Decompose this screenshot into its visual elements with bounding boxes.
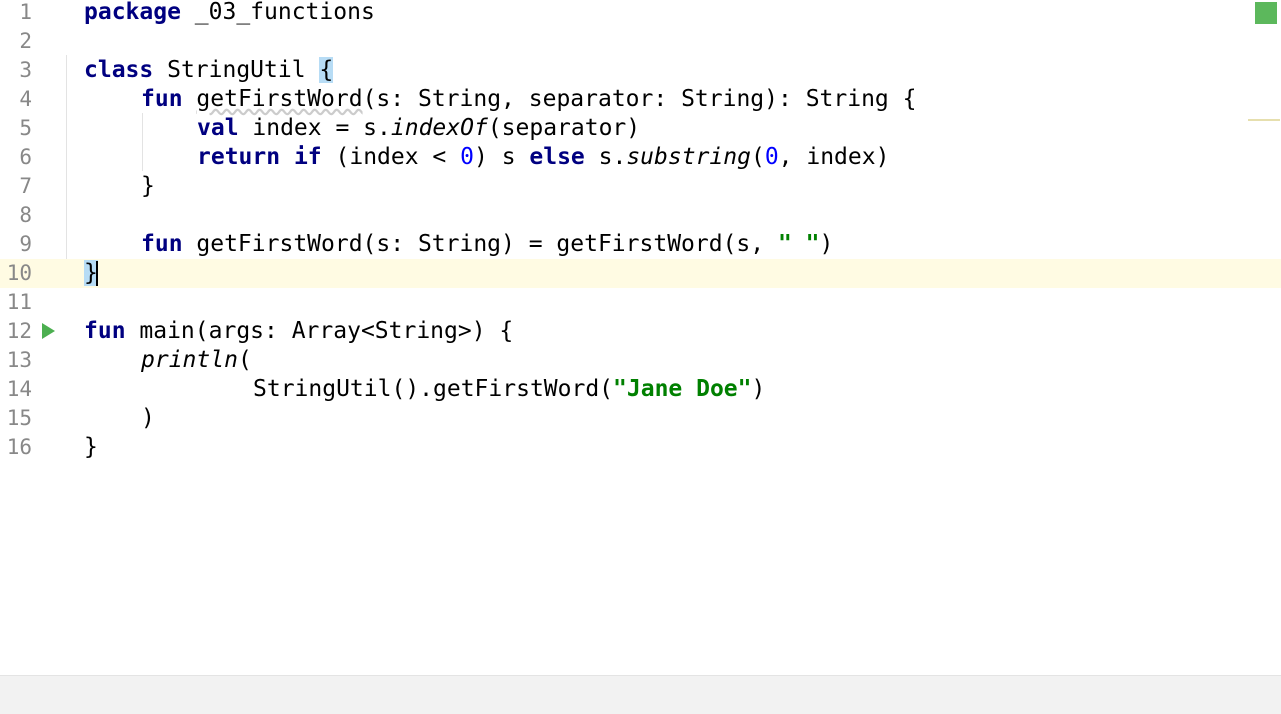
keyword: return (197, 144, 281, 170)
status-bar (0, 675, 1281, 714)
line-number: 3 (19, 58, 32, 82)
code-text[interactable]: fun getFirstWord(s: String, separator: S… (141, 85, 916, 114)
method-call: indexOf (390, 115, 488, 141)
line-number: 11 (6, 290, 32, 314)
keyword: val (197, 115, 239, 141)
code-line[interactable]: 6 return if (index < 0) s else s.substri… (0, 143, 1281, 172)
line-number: 7 (19, 174, 32, 198)
class-name: StringUtil (153, 57, 320, 83)
code-line[interactable]: 3 class StringUtil { (0, 56, 1281, 85)
keyword: else (529, 144, 585, 170)
code-text[interactable]: val index = s.indexOf(separator) (197, 114, 640, 143)
code-text[interactable]: } (84, 433, 98, 462)
text-caret (95, 261, 98, 286)
code-text[interactable]: println( (141, 346, 252, 375)
code-line[interactable]: 5 val index = s.indexOf(separator) (0, 114, 1281, 143)
code-editor[interactable]: 1 package _03_functions 2 3 class String… (0, 0, 1281, 675)
code-token: ) s (474, 144, 530, 170)
code-line[interactable]: 15 ) (0, 404, 1281, 433)
code-text[interactable]: return if (index < 0) s else s.substring… (197, 143, 889, 172)
code-text[interactable]: class StringUtil { (84, 56, 334, 85)
code-line[interactable]: 8 (0, 201, 1281, 230)
keyword: class (84, 57, 154, 83)
code-token: , index) (778, 144, 890, 170)
code-token: ( (750, 144, 765, 170)
line-number: 16 (6, 435, 32, 459)
code-text[interactable]: package _03_functions (84, 0, 375, 27)
closing-brace: } (84, 434, 98, 460)
line-number: 1 (19, 0, 32, 24)
code-token: main(args: Array<String>) { (125, 318, 514, 344)
code-text[interactable]: ) (141, 404, 155, 433)
function-name: getFirstWord (196, 86, 363, 112)
code-line[interactable]: 16 } (0, 433, 1281, 462)
line-number: 12 (6, 319, 32, 343)
line-number: 13 (6, 348, 32, 372)
code-token: index = s. (238, 115, 391, 141)
line-number: 2 (19, 29, 32, 53)
keyword: if (293, 144, 322, 170)
function-call: println (141, 347, 238, 373)
code-line[interactable]: 2 (0, 27, 1281, 56)
code-line[interactable]: 9 fun getFirstWord(s: String) = getFirst… (0, 230, 1281, 259)
code-token: ( (237, 347, 252, 373)
line-number: 6 (19, 145, 32, 169)
keyword: fun (84, 318, 126, 344)
package-name: _03_functions (180, 0, 375, 25)
line-number: 14 (6, 377, 32, 401)
code-token: ) (819, 231, 834, 257)
number-literal: 0 (460, 144, 474, 170)
code-token: getFirstWord(s: String) = getFirstWord(s… (182, 231, 778, 257)
code-token: (separator) (487, 115, 641, 141)
current-code-line[interactable]: 10 } (0, 259, 1281, 288)
code-token: ) (751, 376, 766, 402)
code-token: (index < (321, 144, 461, 170)
code-text[interactable]: StringUtil().getFirstWord("Jane Doe") (253, 375, 765, 404)
line-number: 4 (19, 87, 32, 111)
line-number: 9 (19, 232, 32, 256)
code-text[interactable]: fun getFirstWord(s: String) = getFirstWo… (141, 230, 833, 259)
keyword: package (84, 0, 181, 25)
number-literal: 0 (764, 144, 779, 170)
code-token: (s: String, separator: String): String { (362, 86, 917, 112)
keyword: fun (141, 86, 183, 112)
code-text[interactable]: } (141, 172, 155, 201)
line-number: 15 (6, 406, 32, 430)
matched-brace: { (319, 57, 334, 83)
run-gutter-icon[interactable] (42, 323, 55, 339)
method-call: substring (626, 144, 751, 170)
code-text[interactable]: fun main(args: Array<String>) { (84, 317, 513, 346)
code-line[interactable]: 12 fun main(args: Array<String>) { (0, 317, 1281, 346)
code-token: StringUtil().getFirstWord( (253, 376, 614, 402)
code-line[interactable]: 4 fun getFirstWord(s: String, separator:… (0, 85, 1281, 114)
line-number: 8 (19, 203, 32, 227)
code-line[interactable]: 14 StringUtil().getFirstWord("Jane Doe") (0, 375, 1281, 404)
code-token: ) (141, 405, 155, 431)
string-literal: "Jane Doe" (613, 376, 752, 402)
code-text[interactable]: } (84, 259, 98, 288)
line-number: 10 (6, 261, 32, 285)
string-literal: " " (777, 231, 820, 257)
code-line[interactable]: 13 println( (0, 346, 1281, 375)
code-line[interactable]: 7 } (0, 172, 1281, 201)
code-line[interactable]: 11 (0, 288, 1281, 317)
closing-brace: } (141, 173, 155, 199)
keyword: fun (141, 231, 183, 257)
line-number: 5 (19, 116, 32, 140)
code-token: s. (584, 144, 627, 170)
code-line[interactable]: 1 package _03_functions (0, 0, 1281, 27)
